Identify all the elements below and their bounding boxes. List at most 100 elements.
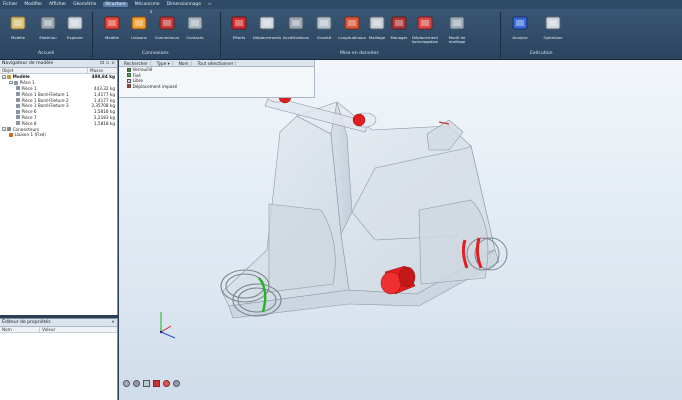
solid-view-icon[interactable] [153, 380, 160, 387]
menu-item-5[interactable]: Mécanisme [135, 2, 160, 7]
loads-legend-item[interactable]: Déplacement imposé [119, 84, 314, 90]
ribbon-button-4[interactable]: Liaisons 3 [124, 10, 154, 50]
navigator-title: Navigateur de modèle [2, 61, 54, 66]
tree-row-label: Pièce 8 [21, 120, 37, 126]
menu-item-3[interactable]: Géométrie [73, 2, 96, 7]
ribbon-button-2[interactable]: Explorer [60, 10, 90, 50]
ribbon-button-7[interactable]: Efforts [224, 10, 254, 50]
ribbon-button-label: Contacts [186, 35, 204, 40]
tree-row-mass: 1,5818 kg [93, 120, 115, 126]
part-icon [16, 86, 20, 91]
property-editor-title: Éditeur de propriétés [2, 320, 51, 325]
longitudinal-icon [344, 16, 360, 30]
close-icon[interactable]: × [111, 61, 115, 66]
ribbon-button-label: Connecteurs [154, 35, 180, 40]
menu-item-4[interactable]: Structure [103, 2, 128, 7]
loads-toolbar-item-0[interactable]: Rechercher [122, 60, 151, 66]
manager-icon [391, 16, 407, 30]
ribbon-group-execution: Exécution [530, 51, 553, 56]
mesh-modify-icon [449, 16, 465, 30]
ribbon-button-label: Optimiser [543, 35, 563, 40]
tree-expander-icon[interactable]: − [2, 75, 6, 79]
ribbon-button-9[interactable]: Accélérations [281, 10, 311, 50]
top-right-boss [352, 112, 377, 128]
dock-icon[interactable]: ▫ [106, 61, 109, 66]
tree-row-mass: 1,4177 kg [93, 91, 115, 97]
ribbon-button-label: Manager [390, 35, 408, 40]
tree-row[interactable]: Liaison 1 (Fixé) [0, 132, 117, 138]
menu-item-2[interactable]: Afficher [49, 2, 66, 7]
frame-model-3d[interactable] [119, 60, 682, 400]
property-editor-panel: Éditeur de propriétés × Nom Valeur [0, 318, 118, 400]
property-column-header: Nom Valeur [0, 327, 117, 333]
ribbon-button-label: Déplacements [252, 35, 282, 40]
tree-row-mass: 3,35708 kg [91, 103, 115, 109]
tree-expander-icon[interactable]: − [2, 127, 6, 131]
tree-row-label: Pièce 1 Bord-Fileture 2 [21, 97, 69, 103]
application-window: Fichier Modifier Afficher Géométrie Structur… [0, 0, 682, 400]
pin-icon[interactable]: ⊡ [100, 61, 104, 66]
ribbon-button-5[interactable]: Connecteurs [152, 10, 182, 50]
explorer-icon [67, 16, 83, 30]
ribbon-button-label: Efforts [232, 35, 246, 40]
ribbon-button-6[interactable]: Contacts [180, 10, 210, 50]
ribbon-button-8[interactable]: Déplacements [252, 10, 282, 50]
color-swatch [127, 73, 131, 78]
loads-legend-label: Fixé [132, 72, 141, 78]
column-value[interactable]: Valeur [40, 327, 55, 332]
ribbon-button-15[interactable]: Modif de maillage [442, 10, 472, 50]
tree-row-mass: 1,5818 kg [93, 109, 115, 115]
part-icon [16, 109, 20, 114]
ribbon-group-mise-en-donnees: Mise en données [340, 51, 379, 56]
ribbon-button-label: Matériau [39, 35, 57, 40]
pan-icon[interactable] [133, 380, 140, 387]
ribbon-button-label: Gravité [316, 35, 332, 40]
ribbon-button-label: Analyse [512, 35, 528, 40]
close-icon[interactable]: × [111, 320, 115, 325]
3d-viewport[interactable] [119, 60, 682, 400]
tree-row-mass: 2,2183 kg [93, 114, 115, 120]
loads-toolbar-item-2[interactable]: Nom [177, 60, 192, 66]
property-editor-titlebar: Éditeur de propriétés × [0, 319, 117, 327]
optimiser-icon [545, 16, 561, 30]
navigator-titlebar: Navigateur de modèle ⊡ ▫ × [0, 60, 117, 68]
folder-model-icon [10, 16, 26, 30]
tree-row-mass: 1,4177 kg [93, 97, 115, 103]
ribbon-button-1[interactable]: Matériau [33, 10, 63, 50]
column-mass[interactable]: Masse [88, 68, 103, 73]
ribbon-button-3[interactable]: Modèle [97, 10, 127, 50]
measure-icon[interactable] [173, 380, 180, 387]
ribbon-button-14[interactable]: Déplacement homologation [407, 10, 443, 50]
ribbon-button-16[interactable]: Analyse [505, 10, 535, 50]
menu-scroll-icon[interactable]: ‹› [208, 2, 212, 7]
loads-toolbar-item-1[interactable]: Type ▾ [155, 60, 173, 66]
column-object[interactable]: Objet [0, 68, 88, 73]
model-tree: − Modèle 498,84 kg − Pièce 1 Pièce 1 443,32 kg… [0, 74, 117, 138]
contact-icon [187, 16, 203, 30]
ribbon-button-label: Explorer [66, 35, 84, 40]
column-name[interactable]: Nom [0, 327, 40, 332]
zoom-icon[interactable] [163, 380, 170, 387]
menu-item-6[interactable]: Dimensionnage [167, 2, 201, 7]
menu-item-0[interactable]: Fichier [3, 2, 17, 7]
structure-model-icon [104, 16, 120, 30]
ribbon-button-0[interactable]: Modèle [3, 10, 33, 50]
ribbon-button-17[interactable]: Optimiser [538, 10, 568, 50]
ribbon-separator [500, 12, 501, 58]
ribbon-button-10[interactable]: Gravité [309, 10, 339, 50]
loads-toolbar-item-3[interactable]: Tout sélectionner [196, 60, 237, 66]
ribbon: Accueil Connexions Mise en données Exécu… [0, 9, 682, 60]
menu-item-1[interactable]: Modifier [24, 2, 42, 7]
loads-toolbar: Rechercher Type ▾ Nom Tout sélectionner [119, 60, 314, 67]
ribbon-button-label: Modèle [104, 35, 120, 40]
ribbon-button-label: Modèle [10, 35, 26, 40]
material-icon [40, 16, 56, 30]
fit-icon[interactable] [143, 380, 150, 387]
axis-triad [159, 312, 176, 339]
gravity-icon [316, 16, 332, 30]
rotate-icon[interactable] [123, 380, 130, 387]
tree-expander-icon[interactable]: − [9, 80, 13, 85]
color-swatch [127, 84, 131, 89]
loads-legend: Verrouillé Fixé Libre Déplacement imposé [119, 67, 314, 89]
part-icon [16, 115, 20, 120]
